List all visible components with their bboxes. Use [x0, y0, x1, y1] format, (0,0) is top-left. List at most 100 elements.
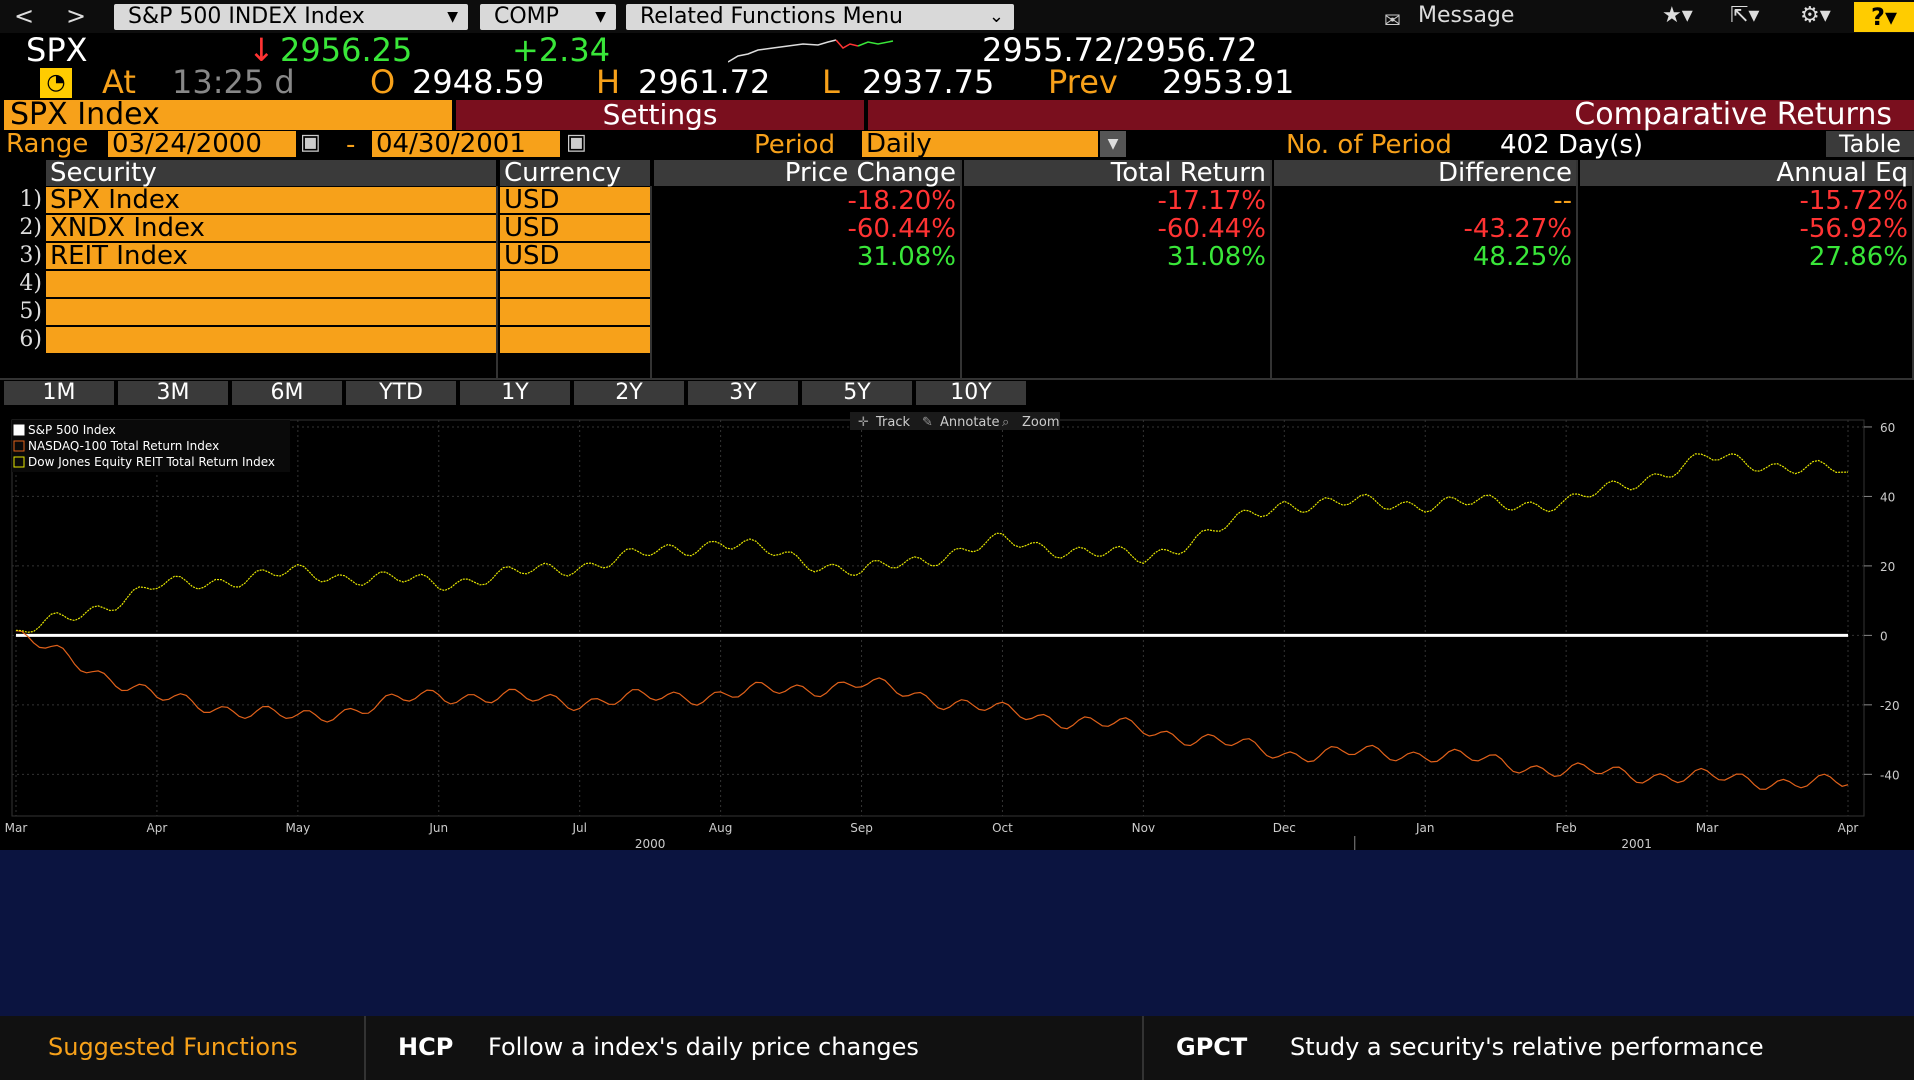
function-menu-button[interactable]: COMP ▼ — [480, 4, 616, 30]
y-tick-label: 20 — [1880, 560, 1895, 574]
currency-cell[interactable]: USD — [500, 187, 650, 213]
message-button[interactable]: Message — [1418, 3, 1514, 28]
row-number: 4) — [19, 271, 42, 296]
help-icon: ? — [1871, 3, 1885, 31]
settings-tab[interactable]: Settings — [456, 100, 864, 130]
currency-cell[interactable]: USD — [500, 243, 650, 269]
hcp-function-code[interactable]: HCP — [398, 1030, 453, 1064]
returns-chart[interactable]: Mar Apr May Jun Jul Aug Sep Oct Nov Dec Jan Feb Mar A… — [0, 410, 1914, 850]
suggested-functions-label: Suggested Functions — [48, 1033, 298, 1061]
y-tick-label: 40 — [1880, 490, 1895, 504]
x-tick-label: Feb — [1556, 821, 1577, 835]
period-label: Period — [754, 130, 836, 160]
currency-cell[interactable] — [500, 327, 650, 353]
total-return-cell: -17.17% — [1157, 186, 1266, 216]
col-security: Security — [46, 160, 496, 186]
open-price: 2948.59 — [412, 63, 545, 101]
plot-frame — [11, 419, 1865, 817]
security-cell[interactable]: SPX Index — [46, 187, 496, 213]
empty-panel — [0, 850, 1914, 1016]
hcp-function-desc[interactable]: Follow a index's daily price changes — [488, 1030, 919, 1064]
x-tick-label: Apr — [147, 821, 168, 835]
table-button[interactable]: Table — [1826, 131, 1914, 157]
tab-5y[interactable]: 5Y — [802, 381, 912, 405]
series-line — [15, 630, 1849, 790]
chart-series — [15, 453, 1849, 790]
tab-ytd[interactable]: YTD — [346, 381, 456, 405]
gear-icon[interactable]: ⚙▾ — [1800, 3, 1831, 28]
gpct-function-code[interactable]: GPCT — [1176, 1030, 1247, 1064]
x-tick-label: Jun — [428, 821, 448, 835]
currency-cell[interactable]: USD — [500, 215, 650, 241]
help-button[interactable]: ?▾ — [1854, 2, 1914, 32]
tab-6m[interactable]: 6M — [232, 381, 342, 405]
calendar-icon[interactable]: ▣ — [566, 130, 587, 155]
low-label: L — [822, 63, 840, 101]
zoom-button[interactable]: Zoom — [1022, 415, 1059, 430]
security-cell[interactable]: XNDX Index — [46, 215, 496, 241]
period-select[interactable]: Daily — [862, 131, 1098, 157]
x-tick-label: Mar — [5, 821, 28, 835]
back-button[interactable]: < — [14, 2, 34, 30]
export-icon[interactable]: ⇱▾ — [1730, 3, 1759, 28]
envelope-icon: ✉ — [1384, 8, 1401, 32]
tab-1m[interactable]: 1M — [4, 381, 114, 405]
currency-cell[interactable] — [500, 299, 650, 325]
y-tick-label: -20 — [1880, 699, 1900, 713]
sparkline — [728, 39, 894, 63]
annual-eq-cell: -56.92% — [1799, 214, 1908, 244]
end-date-field[interactable]: 04/30/2001 — [372, 131, 560, 157]
security-cell[interactable] — [46, 299, 496, 325]
period-value: Daily — [866, 129, 932, 159]
price-change-cell: 31.08% — [856, 242, 956, 272]
x-tick-label: Apr — [1838, 821, 1859, 835]
security-menu-label: S&P 500 INDEX Index — [128, 4, 365, 29]
tab-2y[interactable]: 2Y — [574, 381, 684, 405]
security-cell[interactable] — [46, 327, 496, 353]
security-menu-button[interactable]: S&P 500 INDEX Index ▼ — [114, 4, 468, 30]
divider — [364, 1016, 366, 1080]
security-cell[interactable]: REIT Index — [46, 243, 496, 269]
track-button[interactable]: Track — [875, 415, 910, 430]
row-number: 2) — [19, 215, 42, 240]
tab-3y[interactable]: 3Y — [688, 381, 798, 405]
star-icon[interactable]: ★▾ — [1662, 3, 1693, 28]
calendar-icon[interactable]: ▣ — [300, 130, 321, 155]
ticker: SPX — [26, 31, 88, 69]
tab-1y[interactable]: 1Y — [460, 381, 570, 405]
related-functions-menu-button[interactable]: Related Functions Menu ⌄ — [626, 4, 1014, 30]
tab-3m[interactable]: 3M — [118, 381, 228, 405]
security-cell[interactable] — [46, 271, 496, 297]
y-tick-label: -40 — [1880, 768, 1900, 782]
page-title: Comparative Returns — [868, 100, 1914, 130]
gpct-function-desc[interactable]: Study a security's relative performance — [1290, 1030, 1764, 1064]
security-field[interactable]: SPX Index — [4, 100, 452, 130]
price-change-cell: -60.44% — [847, 214, 956, 244]
chart-grid — [11, 419, 1865, 817]
price-change-cell: -18.20% — [847, 186, 956, 216]
divider — [1576, 160, 1578, 380]
search-icon: ⌕ — [1002, 415, 1009, 430]
difference-cell: -43.27% — [1463, 214, 1572, 244]
series-line — [15, 453, 1849, 633]
forward-button[interactable]: > — [66, 2, 86, 30]
start-date-field[interactable]: 03/24/2000 — [108, 131, 296, 157]
gauge-icon[interactable]: ◔ — [40, 68, 72, 98]
chart-toolbar[interactable]: ✛ Track ✎ Annotate ⌕ Zoom — [850, 412, 1060, 430]
y-tick-label: 60 — [1880, 421, 1895, 435]
currency-cell[interactable] — [500, 271, 650, 297]
chevron-down-icon[interactable]: ▼ — [1100, 131, 1126, 157]
tab-10y[interactable]: 10Y — [916, 381, 1026, 405]
low-price: 2937.75 — [862, 63, 995, 101]
difference-cell: -- — [1553, 186, 1572, 216]
quote-time: 13:25 d — [172, 63, 295, 101]
x-tick-label: Dec — [1273, 821, 1296, 835]
x-tick-label: May — [285, 821, 310, 835]
legend-swatch — [13, 424, 25, 436]
row-number: 1) — [19, 187, 42, 212]
annotate-button[interactable]: Annotate — [940, 415, 999, 430]
col-annual-eq: Annual Eq — [1580, 160, 1914, 186]
y-tick-label: 0 — [1880, 629, 1888, 643]
col-difference: Difference — [1274, 160, 1576, 186]
row-number: 5) — [19, 299, 42, 324]
